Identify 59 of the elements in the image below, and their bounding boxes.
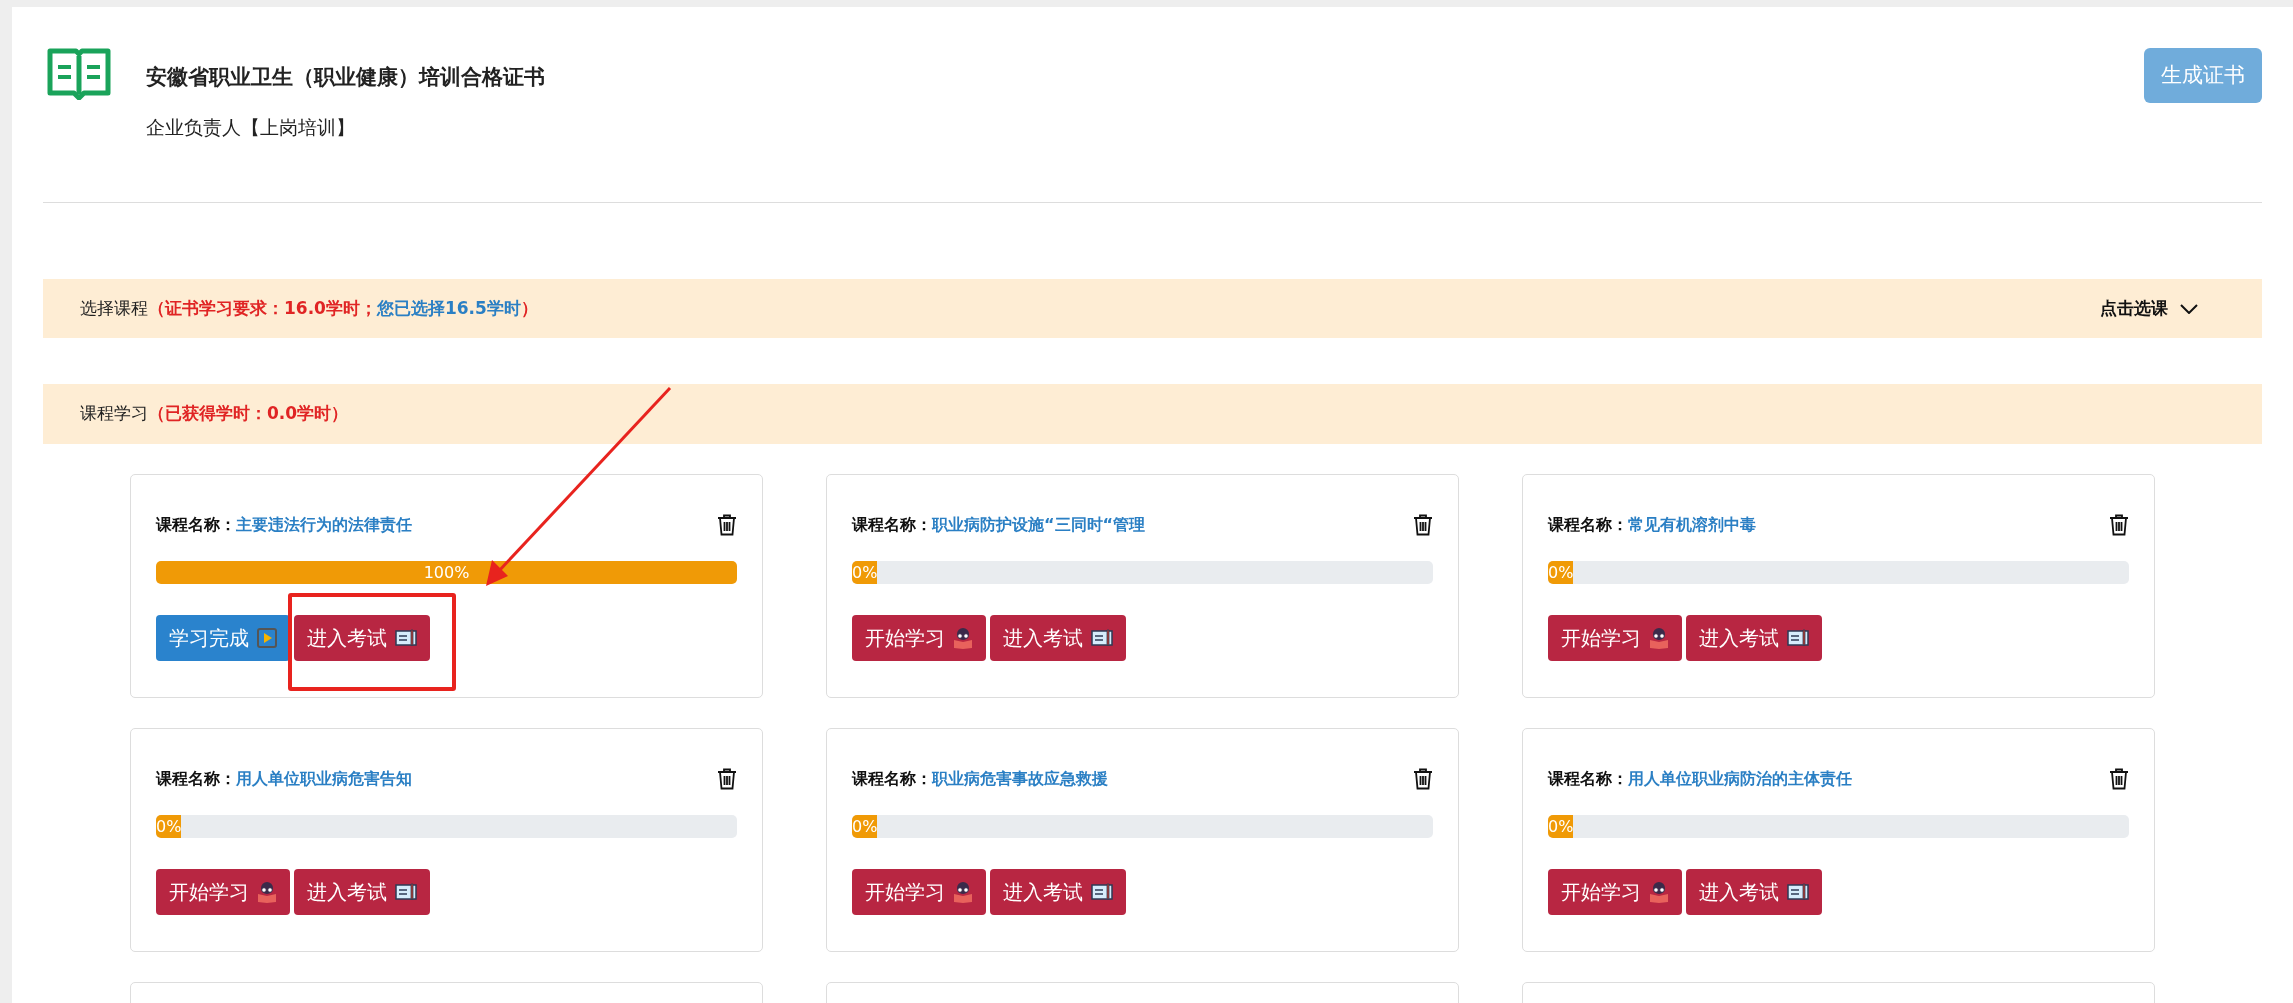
reader-icon <box>953 881 973 903</box>
course-name: 职业病危害事故应急救援 <box>932 768 1108 790</box>
course-name-label: 课程名称： <box>156 768 236 790</box>
progress-value: 0% <box>852 818 878 835</box>
exam-button[interactable]: 进入考试 <box>294 615 430 661</box>
certificate-subtitle: 企业负责人【上岗培训】 <box>146 115 356 140</box>
chosen-hours: 您已选择16.5学时 <box>376 296 521 320</box>
requirement-text: （证书学习要求：16.0学时； <box>148 296 377 320</box>
trash-icon[interactable] <box>717 768 737 790</box>
earned-hours: （已获得学时：0.0学时） <box>148 402 349 426</box>
reader-icon <box>257 881 277 903</box>
trash-icon[interactable] <box>2109 514 2129 536</box>
progress-value: 0% <box>1548 564 1574 581</box>
course-name-label: 课程名称： <box>1548 514 1628 536</box>
progress-value: 0% <box>852 564 878 581</box>
exam-button[interactable]: 进入考试 <box>990 869 1126 915</box>
exam-button[interactable]: 进入考试 <box>1686 869 1822 915</box>
start-study-button[interactable]: 开始学习 <box>1548 869 1682 915</box>
banner-label: 课程学习 <box>80 402 148 426</box>
start-study-button[interactable]: 开始学习 <box>852 869 986 915</box>
exam-button[interactable]: 进入考试 <box>294 869 430 915</box>
progress-value: 100% <box>423 564 470 581</box>
paper-pen-icon <box>395 629 417 647</box>
chevron-down-icon <box>2180 303 2198 314</box>
exam-button[interactable]: 进入考试 <box>1686 615 1822 661</box>
trash-icon[interactable] <box>1413 768 1433 790</box>
course-name-label: 课程名称： <box>852 514 932 536</box>
start-study-button[interactable]: 开始学习 <box>852 615 986 661</box>
course-name-label: 课程名称： <box>1548 768 1628 790</box>
exam-button[interactable]: 进入考试 <box>990 615 1126 661</box>
start-study-button[interactable]: 开始学习 <box>1548 615 1682 661</box>
course-name: 常见有机溶剂中毒 <box>1628 514 1756 536</box>
banner-label: 选择课程 <box>80 296 148 320</box>
start-study-button[interactable]: 开始学习 <box>156 869 290 915</box>
course-name: 用人单位职业病防治的主体责任 <box>1628 768 1852 790</box>
course-name: 用人单位职业病危害告知 <box>236 768 412 790</box>
trash-icon[interactable] <box>717 514 737 536</box>
paper-pen-icon <box>1787 883 1809 901</box>
select-courses-toggle[interactable]: 点击选课 <box>2100 295 2198 322</box>
course-name-label: 课程名称： <box>156 514 236 536</box>
reader-icon <box>1649 881 1669 903</box>
paper-pen-icon <box>1787 629 1809 647</box>
paper-pen-icon <box>1091 883 1113 901</box>
course-name-label: 课程名称： <box>852 768 932 790</box>
course-name: 主要违法行为的法律责任 <box>236 514 412 536</box>
reader-icon <box>953 627 973 649</box>
book-icon <box>47 48 111 100</box>
paper-pen-icon <box>1091 629 1113 647</box>
course-name: 职业病防护设施“三同时“管理 <box>932 514 1146 536</box>
certificate-title: 安徽省职业卫生（职业健康）培训合格证书 <box>146 64 546 91</box>
study-complete-button[interactable]: 学习完成 <box>156 615 290 661</box>
reader-icon <box>1649 627 1669 649</box>
play-icon <box>257 628 277 648</box>
trash-icon[interactable] <box>2109 768 2129 790</box>
closing-paren: ） <box>520 296 538 320</box>
trash-icon[interactable] <box>1413 514 1433 536</box>
paper-pen-icon <box>395 883 417 901</box>
progress-value: 0% <box>1548 818 1574 835</box>
progress-value: 0% <box>156 818 182 835</box>
